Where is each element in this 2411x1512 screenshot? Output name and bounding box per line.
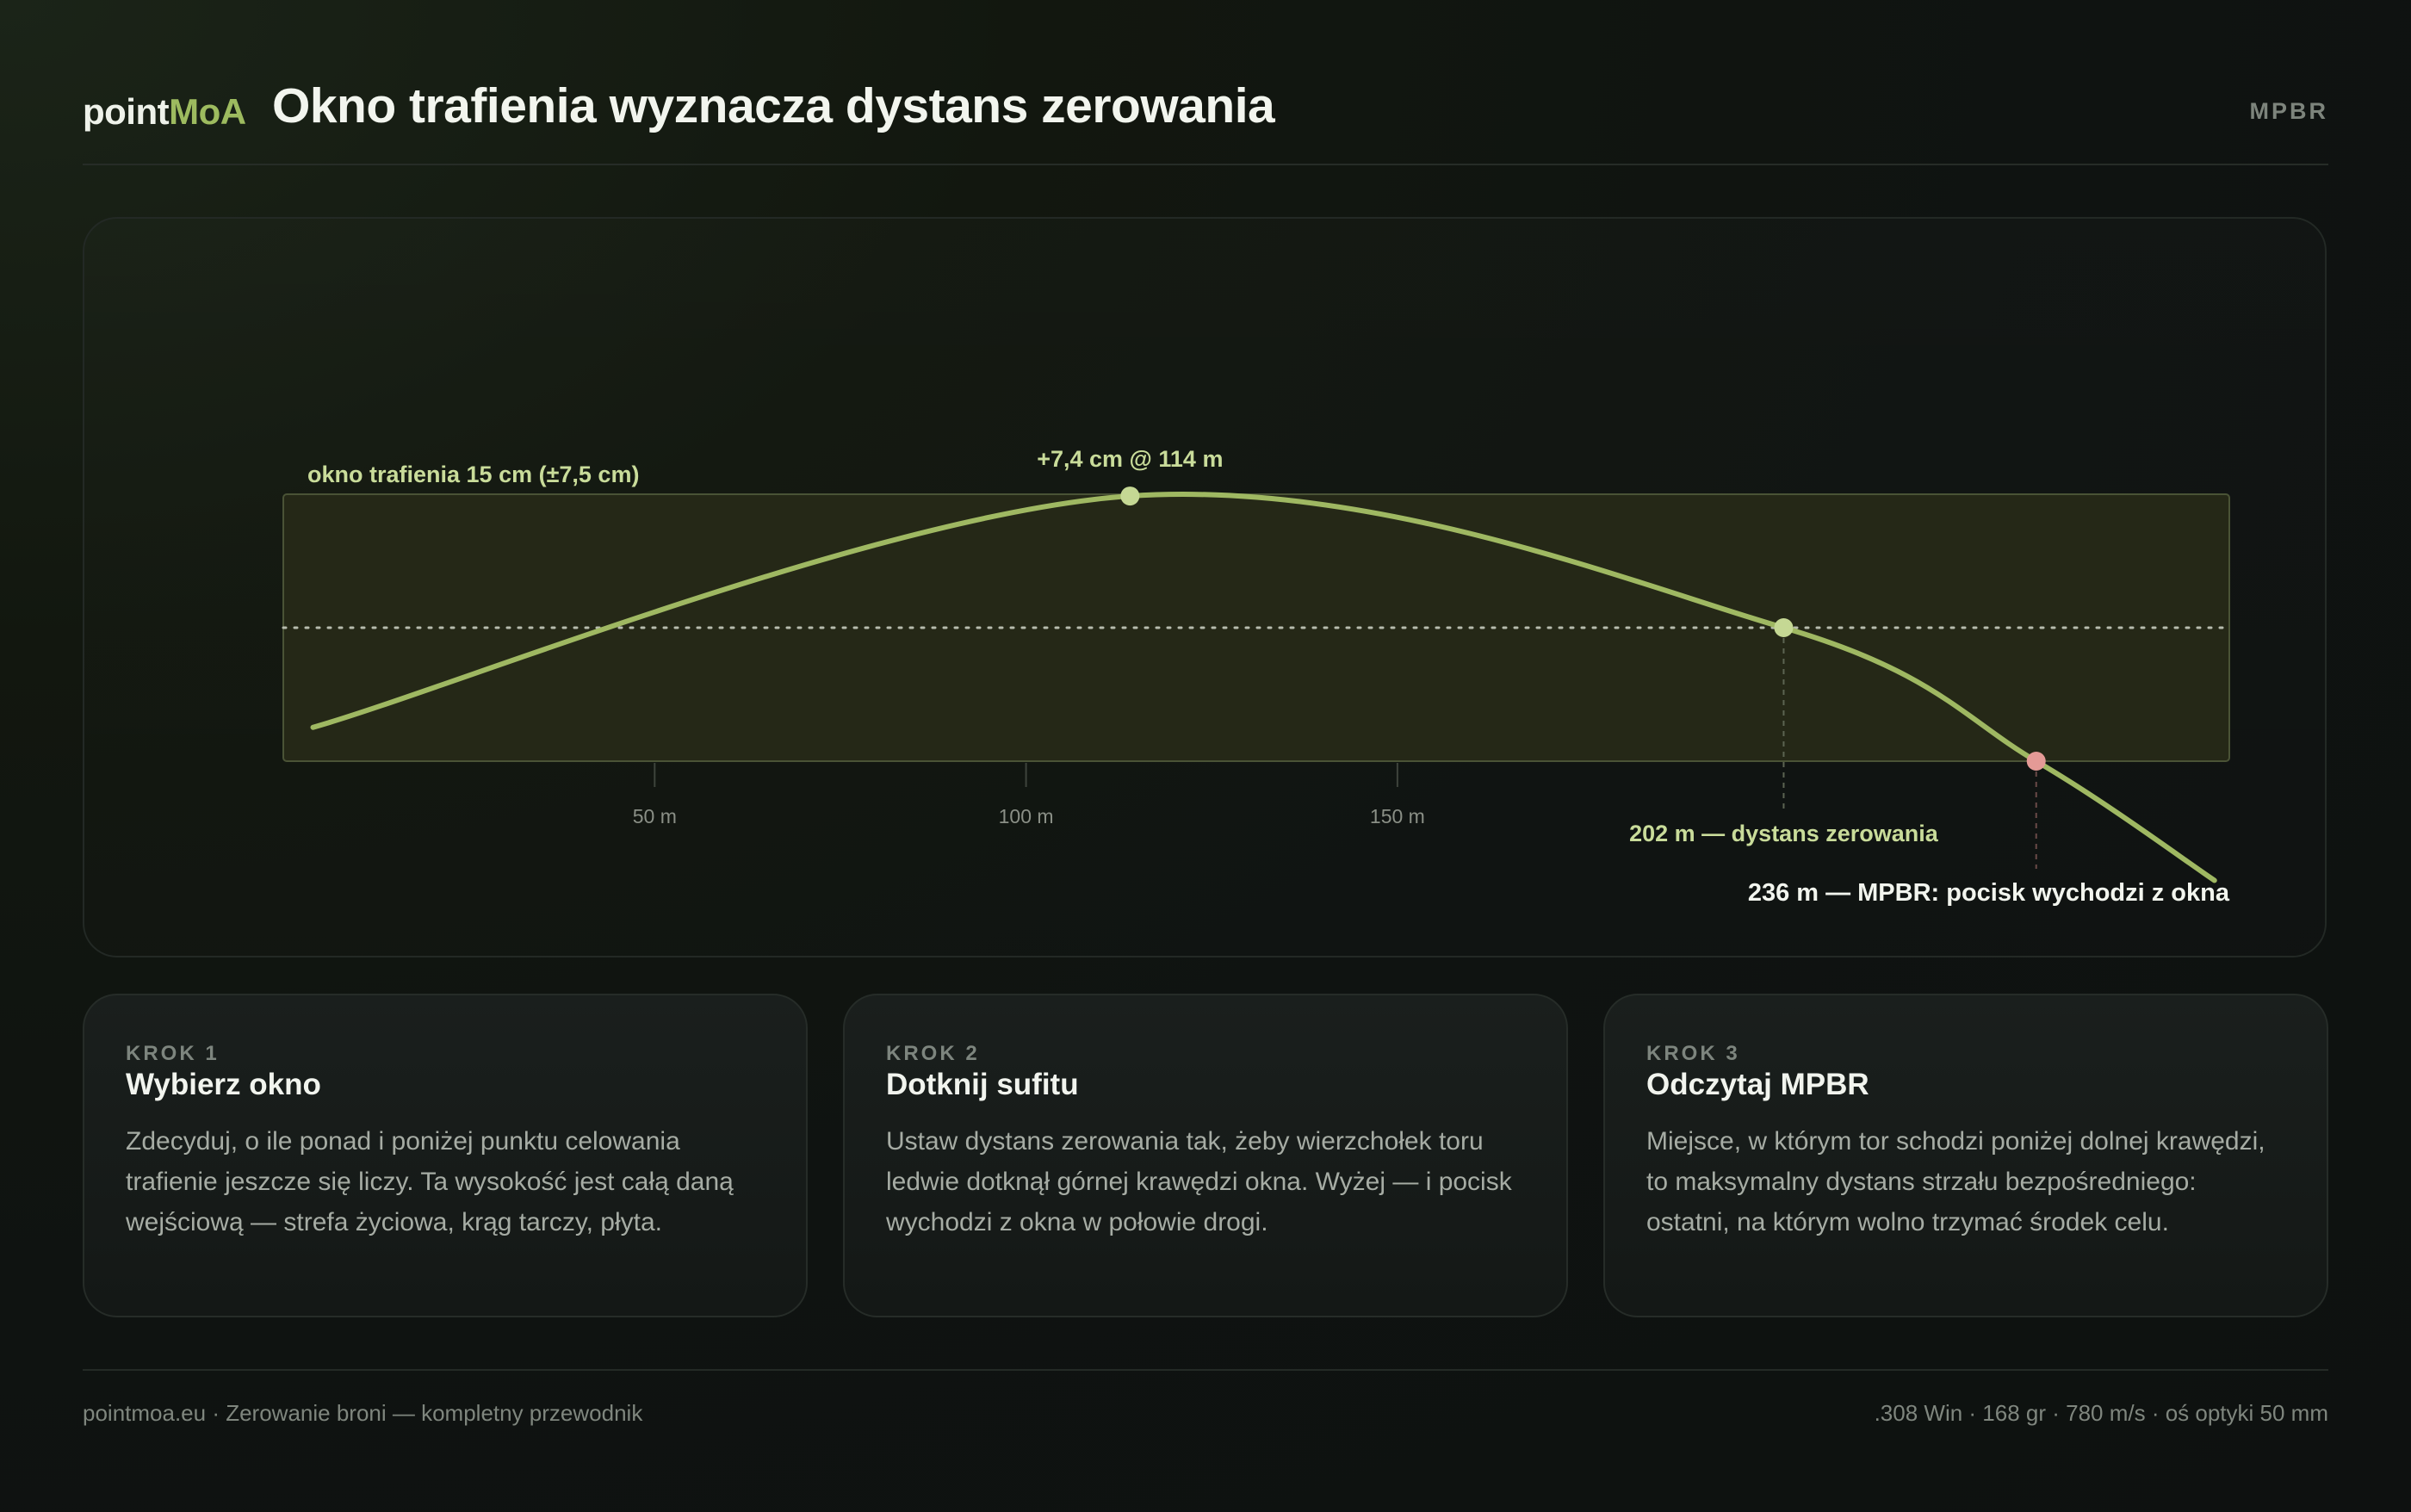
step-description: Miejsce, w którym tor schodzi poniżej do… bbox=[1646, 1127, 2265, 1236]
x-tick-label: 100 m bbox=[999, 805, 1054, 827]
brand-logo[interactable]: pointMoA bbox=[83, 91, 246, 133]
trajectory-diagram-panel: 50 m 100 m 150 m okno trafienia 15 cm (±7,… bbox=[83, 217, 2327, 957]
x-axis-ticks: 50 m 100 m 150 m bbox=[633, 763, 1425, 827]
apex-label: +7,4 cm @ 114 m bbox=[1037, 446, 1223, 472]
step-description: Ustaw dystans zerowania tak, żeby wierzc… bbox=[886, 1127, 1512, 1236]
step-number: KROK 2 bbox=[886, 1042, 980, 1065]
step-card-3: KROK 3 Odczytaj MPBR Miejsce, w którym t… bbox=[1603, 994, 2328, 1317]
zero-point bbox=[1774, 618, 1794, 637]
zero-distance-label: 202 m — dystans zerowania bbox=[1629, 821, 1939, 846]
brand-part1: point bbox=[83, 91, 170, 132]
footer: pointmoa.eu · Zerowanie broni — kompletn… bbox=[83, 1369, 2328, 1440]
step-title: Odczytaj MPBR bbox=[1646, 1068, 1869, 1101]
step-title: Dotknij sufitu bbox=[886, 1068, 1079, 1101]
x-tick-label: 50 m bbox=[633, 805, 677, 827]
trajectory-diagram: 50 m 100 m 150 m okno trafienia 15 cm (±7,… bbox=[282, 446, 2231, 907]
window-label: okno trafienia 15 cm (±7,5 cm) bbox=[307, 462, 639, 487]
x-tick-label: 150 m bbox=[1370, 805, 1425, 827]
step-card-1: KROK 1 Wybierz okno Zdecyduj, o ile pona… bbox=[83, 994, 808, 1317]
page-title: Okno trafienia wyznacza dystans zerowani… bbox=[272, 78, 1275, 133]
mpbr-label: 236 m — MPBR: pocisk wychodzi z okna bbox=[1748, 879, 2230, 907]
footer-ballistics: .308 Win · 168 gr · 780 m/s · oś optyki … bbox=[1874, 1400, 2328, 1426]
step-title: Wybierz okno bbox=[126, 1068, 321, 1101]
apex-point bbox=[1120, 486, 1140, 506]
step-card-2: KROK 2 Dotknij sufitu Ustaw dystans zero… bbox=[843, 994, 1568, 1317]
brand-part2: MoA bbox=[169, 91, 246, 132]
header: pointMoA Okno trafienia wyznacza dystans… bbox=[83, 69, 2328, 165]
footer-source[interactable]: pointmoa.eu · Zerowanie broni — kompletn… bbox=[83, 1400, 642, 1427]
topic-tag: MPBR bbox=[2249, 98, 2328, 124]
mpbr-point bbox=[2026, 752, 2046, 771]
step-description: Zdecyduj, o ile ponad i poniżej punktu c… bbox=[126, 1127, 734, 1236]
step-number: KROK 1 bbox=[126, 1042, 220, 1065]
step-number: KROK 3 bbox=[1646, 1042, 1740, 1065]
